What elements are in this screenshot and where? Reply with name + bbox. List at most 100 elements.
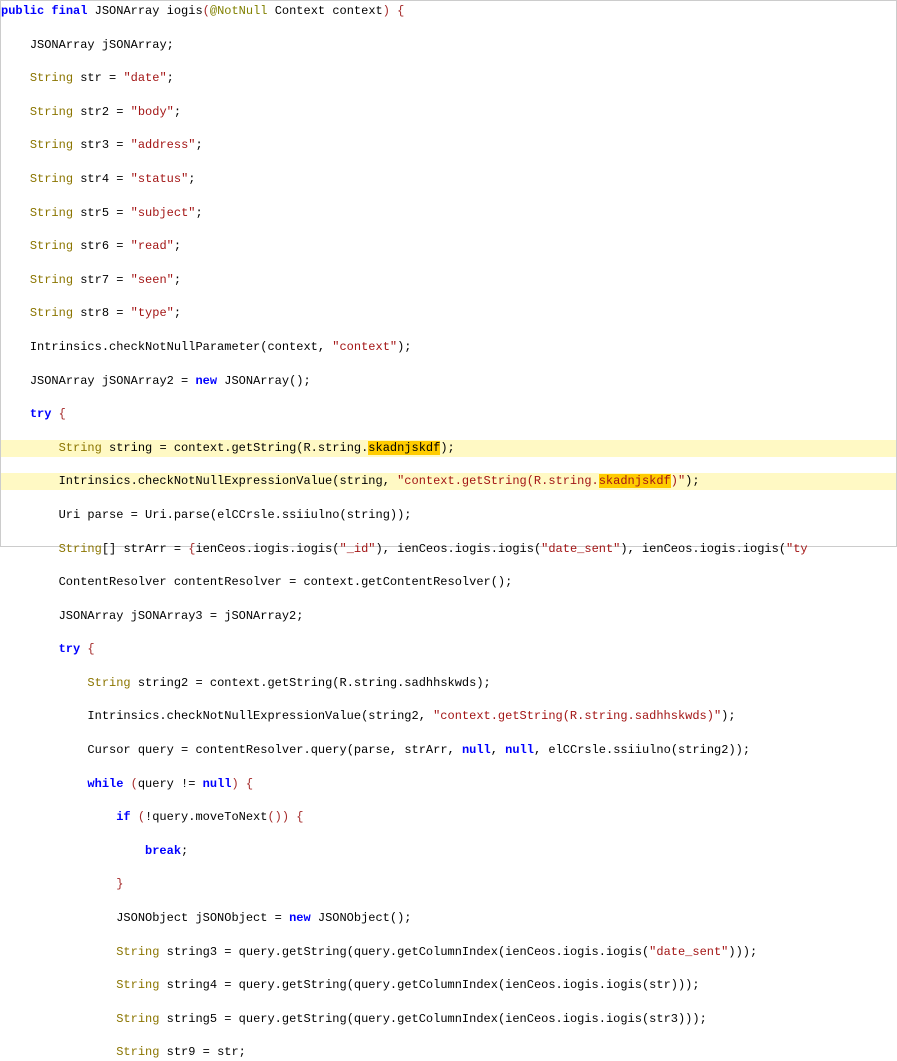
code-line: String str6 = "read"; [1,238,896,255]
highlighted-line: Intrinsics.checkNotNullExpressionValue(s… [1,473,896,490]
param-name: context [332,4,382,18]
var-type: String [116,945,159,959]
string-literal: "context.getString(R.string.sadhhskwds)" [433,709,721,723]
string-literal: "read" [131,239,174,253]
code-line: String str3 = "address"; [1,137,896,154]
highlighted-word: skadnjskdf [599,474,671,488]
string-literal: "date_sent" [649,945,728,959]
string-literal: "_id" [340,542,376,556]
method-call: context.getContentResolver [303,575,490,589]
param-type: Context [275,4,325,18]
var-name: contentResolver [174,575,282,589]
keyword-try: try [30,407,52,421]
var-type: Uri [59,508,81,522]
keyword-break: break [145,844,181,858]
var-name: jSONArray2 [102,374,174,388]
keyword-if: if [116,810,130,824]
var-type: String [30,172,73,186]
keyword-new: new [289,911,311,925]
code-line: JSONArray jSONArray; [1,37,896,54]
keyword-public: public [1,4,44,18]
code-line: String str5 = "subject"; [1,205,896,222]
var-type: String [30,306,73,320]
code-block: public final JSONArray iogis(@NotNull Co… [1,1,896,1061]
var-name: string4 [167,978,217,992]
method-call: Intrinsics.checkNotNullParameter [30,340,260,354]
code-line: String str9 = str; [1,1044,896,1061]
var-type: String [59,542,102,556]
var-type: JSONArray [30,374,95,388]
var-name: str4 [80,172,109,186]
var-name: string3 [167,945,217,959]
code-line: String string4 = query.getString(query.g… [1,977,896,994]
method-call: context.getString [210,676,332,690]
code-line: try { [1,406,896,423]
constructor: JSONArray [224,374,289,388]
highlighted-line: String string = context.getString(R.stri… [1,440,896,457]
code-line: public final JSONArray iogis(@NotNull Co… [1,3,896,20]
var-name: parse [87,508,123,522]
code-line: Uri parse = Uri.parse(elCCrsle.ssiiulno(… [1,507,896,524]
var-type: String [30,239,73,253]
var-type: String [30,71,73,85]
var-name: strArr [123,542,166,556]
method-call: contentResolver.query [195,743,346,757]
var-name: str7 [80,273,109,287]
code-line: JSONArray jSONArray3 = jSONArray2; [1,608,896,625]
string-literal: "ty [786,542,808,556]
var-name: str3 [80,138,109,152]
keyword-null: null [462,743,491,757]
var-type: String [116,1012,159,1026]
string-literal: "seen" [131,273,174,287]
var-name: jSONArray [102,38,167,52]
var-name: str2 [80,105,109,119]
code-line: if (!query.moveToNext()) { [1,809,896,826]
method-call: Intrinsics.checkNotNullExpressionValue [87,709,361,723]
keyword-null: null [505,743,534,757]
var-type: JSONArray [59,609,124,623]
var-name: str6 [80,239,109,253]
var-name: jSONArray3 [131,609,203,623]
string-literal: "date" [123,71,166,85]
method-call: context.getString [174,441,296,455]
var-name: string2 [138,676,188,690]
code-line: Intrinsics.checkNotNullParameter(context… [1,339,896,356]
code-line: } [1,876,896,893]
var-type: String [30,206,73,220]
keyword-try: try [59,642,81,656]
var-name: query [138,743,174,757]
string-literal: "type" [131,306,174,320]
code-line: String str7 = "seen"; [1,272,896,289]
keyword-while: while [87,777,123,791]
code-line: String string2 = context.getString(R.str… [1,675,896,692]
string-literal: "address" [131,138,196,152]
code-line: JSONArray jSONArray2 = new JSONArray(); [1,373,896,390]
var-name: str9 [167,1045,196,1059]
method-call: query.moveToNext [152,810,267,824]
var-type: ContentResolver [59,575,167,589]
var-name: str5 [80,206,109,220]
method-name: iogis [167,4,203,18]
code-line: Cursor query = contentResolver.query(par… [1,742,896,759]
return-type: JSONArray [95,4,160,18]
string-literal: "context.getString(R.string.skadnjskdf)" [397,474,685,488]
code-line: String[] strArr = {ienCeos.iogis.iogis("… [1,541,896,558]
var-type: String [87,676,130,690]
string-literal: "status" [131,172,189,186]
code-line: String str = "date"; [1,70,896,87]
string-literal: "subject" [131,206,196,220]
method-call: Uri.parse [145,508,210,522]
code-line: String string5 = query.getString(query.g… [1,1011,896,1028]
var-name: str [80,71,102,85]
code-line: String string3 = query.getString(query.g… [1,944,896,961]
string-literal: "date_sent" [541,542,620,556]
highlighted-word: skadnjskdf [368,441,440,455]
method-call: Intrinsics.checkNotNullExpressionValue [59,474,333,488]
keyword-null: null [203,777,232,791]
keyword-new: new [195,374,217,388]
code-line: String str4 = "status"; [1,171,896,188]
constructor: JSONObject [318,911,390,925]
var-type: String [59,441,102,455]
annotation-notnull: @NotNull [210,4,268,18]
var-type: String [30,138,73,152]
